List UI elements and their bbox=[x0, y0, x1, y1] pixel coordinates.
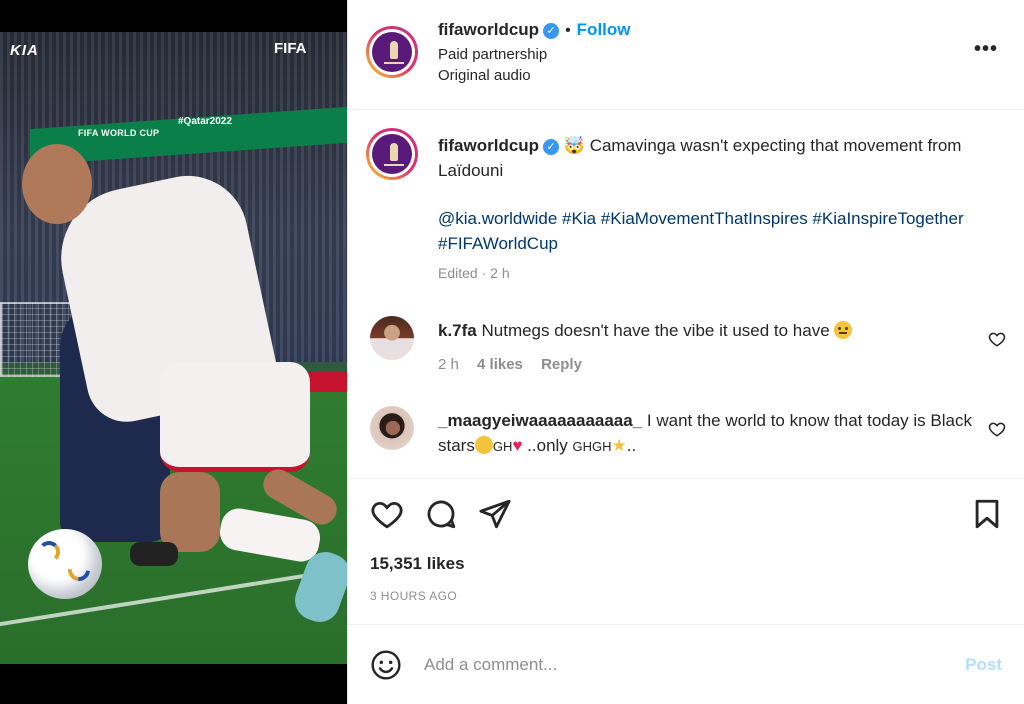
comment-username[interactable]: k.7fa bbox=[438, 321, 477, 340]
player-shorts bbox=[160, 362, 310, 472]
commenter-avatar[interactable] bbox=[370, 316, 414, 360]
board-text-1: FIFA WORLD CUP bbox=[78, 128, 160, 138]
ball-pattern bbox=[38, 541, 60, 563]
comment-likes[interactable]: 4 likes bbox=[477, 356, 523, 373]
board-text-2: #Qatar2022 bbox=[178, 116, 232, 127]
player-head bbox=[22, 144, 92, 224]
follow-button[interactable]: Follow bbox=[577, 20, 631, 39]
commenter-avatar[interactable] bbox=[370, 406, 414, 450]
post-actions: 15,351 likes 3 HOURS AGO bbox=[348, 478, 1024, 624]
fifa-logo: FIFA bbox=[274, 40, 307, 57]
caption-meta: Edited · 2 h bbox=[438, 265, 510, 281]
caption-avatar[interactable] bbox=[366, 128, 418, 180]
ball-pattern bbox=[63, 554, 95, 586]
paid-partnership-label[interactable]: Paid partnership bbox=[438, 46, 547, 63]
football bbox=[28, 529, 102, 599]
comment-text: k.7fa Nutmegs doesn't have the vibe it u… bbox=[438, 318, 978, 343]
gh-flag-text: GHGH bbox=[572, 439, 612, 454]
audio-label[interactable]: Original audio bbox=[438, 67, 531, 84]
comment-bubble-icon[interactable] bbox=[424, 497, 458, 531]
comment-body-3: .. bbox=[626, 436, 637, 455]
caption-text: fifaworldcup ✓ 🤯 Camavinga wasn't expecti… bbox=[438, 133, 998, 183]
post-comment-button[interactable]: Post bbox=[965, 655, 1002, 675]
kia-logo: KIA bbox=[10, 42, 39, 59]
gh-flag-text: GH bbox=[492, 439, 513, 454]
post-media[interactable]: FIFA WORLD CUP #Qatar2022 #R KIA FIFA bbox=[0, 0, 347, 704]
comment-composer: Post bbox=[348, 624, 1024, 704]
post-header: fifaworldcup ✓ • Follow Paid partnership Or… bbox=[348, 0, 1024, 110]
laughing-emoji bbox=[474, 436, 493, 454]
header-username[interactable]: fifaworldcup bbox=[438, 20, 539, 39]
comment-input[interactable] bbox=[424, 651, 924, 679]
share-paper-plane-icon[interactable] bbox=[478, 497, 512, 531]
save-bookmark-icon[interactable] bbox=[970, 497, 1004, 531]
post-timestamp: 3 HOURS AGO bbox=[370, 589, 458, 603]
neutral-face-emoji bbox=[834, 321, 853, 339]
comment-body-2: ..only bbox=[527, 436, 568, 455]
instagram-post-modal: FIFA WORLD CUP #Qatar2022 #R KIA FIFA bbox=[0, 0, 1024, 704]
fifa-world-cup-logo bbox=[372, 32, 412, 72]
post-panel: fifaworldcup ✓ • Follow Paid partnership Or… bbox=[347, 0, 1024, 704]
comment-body: Nutmegs doesn't have the vibe it used to… bbox=[481, 321, 830, 340]
player-boot bbox=[130, 542, 178, 566]
comment-username[interactable]: _maagyeiwaaaaaaaaaaa_ bbox=[438, 411, 642, 430]
like-heart-icon[interactable] bbox=[370, 497, 404, 531]
star-emoji: ★ bbox=[611, 436, 627, 455]
emoji-smile-icon[interactable] bbox=[370, 649, 402, 681]
comment-meta: 2 h 4 likes Reply bbox=[438, 356, 596, 373]
exploding-head-emoji: 🤯 bbox=[563, 136, 585, 155]
fifa-world-cup-logo bbox=[372, 134, 412, 174]
like-comment-heart-icon[interactable] bbox=[988, 420, 1006, 438]
caption-hashtags[interactable]: @kia.worldwide #Kia #KiaMovementThatInsp… bbox=[438, 206, 998, 256]
separator-dot: • bbox=[565, 22, 571, 39]
header-title-row: fifaworldcup ✓ • Follow bbox=[438, 20, 631, 40]
verified-badge-icon: ✓ bbox=[543, 139, 560, 155]
caption-username[interactable]: fifaworldcup bbox=[438, 136, 539, 155]
video-frame[interactable]: FIFA WORLD CUP #Qatar2022 #R bbox=[0, 32, 347, 664]
reply-button[interactable]: Reply bbox=[541, 356, 582, 373]
player-leg bbox=[160, 472, 220, 552]
comment-time: 2 h bbox=[438, 356, 459, 373]
like-comment-heart-icon[interactable] bbox=[988, 330, 1006, 348]
likes-count[interactable]: 15,351 likes bbox=[370, 554, 465, 574]
account-avatar[interactable] bbox=[366, 26, 418, 78]
red-heart-emoji: ♥ bbox=[512, 436, 523, 455]
verified-badge-icon: ✓ bbox=[543, 23, 560, 39]
comment-text: _maagyeiwaaaaaaaaaaa_ I want the world t… bbox=[438, 408, 978, 459]
more-options-icon[interactable]: ••• bbox=[974, 38, 998, 61]
